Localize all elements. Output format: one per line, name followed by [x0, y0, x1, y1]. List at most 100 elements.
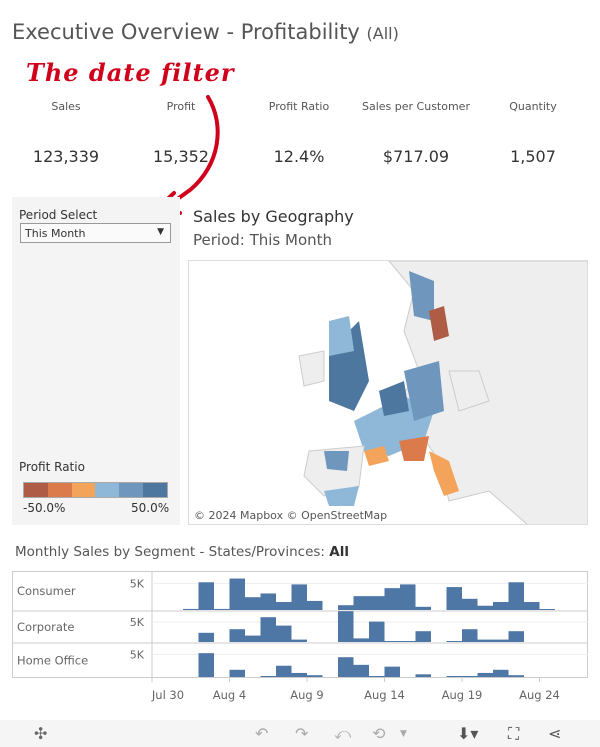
segment-label: Corporate	[17, 620, 75, 634]
bar	[276, 602, 292, 610]
bar	[245, 635, 261, 642]
kpi-label: Profit	[166, 100, 196, 113]
bar	[276, 665, 292, 677]
bar	[539, 609, 555, 610]
legend-swatch	[71, 483, 96, 497]
bar	[291, 639, 307, 642]
bar	[276, 625, 292, 642]
kpi-sales-per-customer: Sales per Customer $717.09	[361, 100, 471, 166]
bar	[198, 582, 214, 610]
share-icon[interactable]: ⋖	[548, 724, 561, 743]
segment-label: Consumer	[17, 584, 76, 598]
bar	[493, 602, 509, 610]
bar	[291, 584, 307, 610]
legend-swatch	[47, 483, 72, 497]
y-tick-label: 5K	[130, 577, 145, 590]
period-select-label: Period Select	[19, 208, 98, 222]
x-tick-label: Aug 24	[519, 688, 560, 702]
bar	[415, 674, 431, 677]
kpi-value: 12.4%	[273, 147, 325, 166]
bar	[198, 653, 214, 677]
x-tick-label: Jul 30	[151, 688, 184, 702]
bar	[446, 676, 462, 677]
bar	[307, 600, 323, 610]
kpi-value: 1,507	[510, 147, 556, 166]
caret-down-icon[interactable]: ▼	[400, 729, 407, 739]
bar	[229, 669, 245, 677]
bar	[353, 596, 369, 610]
sales-map[interactable]: © 2024 Mapbox © OpenStreetMap	[188, 260, 588, 525]
bar	[229, 629, 245, 642]
bar	[493, 639, 509, 642]
tableau-logo-icon[interactable]: ✣	[34, 724, 47, 743]
download-icon[interactable]: ⬇▾	[457, 724, 478, 743]
bar	[260, 676, 276, 677]
bar	[353, 638, 369, 642]
bar	[384, 588, 400, 610]
bar	[446, 641, 462, 642]
kpi-quantity: Quantity 1,507	[478, 100, 588, 166]
chart-title-filter-value: All	[329, 544, 349, 560]
title-text: Executive Overview - Profitability	[12, 20, 360, 44]
y-tick-label: 5K	[130, 649, 145, 662]
bar	[477, 639, 493, 642]
x-tick-label: Aug 19	[442, 688, 483, 702]
bar	[462, 598, 478, 610]
caret-down-icon: ▼	[157, 227, 164, 237]
undo-icon[interactable]: ↶	[255, 724, 268, 743]
bar	[260, 617, 276, 642]
kpi-value: 123,339	[32, 147, 100, 166]
bar	[369, 621, 385, 642]
bar-chart-title: Monthly Sales by Segment - States/Provin…	[15, 544, 349, 560]
bar	[477, 672, 493, 677]
filter-panel: Period Select This Month ▼ Profit Ratio -…	[12, 197, 180, 525]
kpi-label: Sales	[51, 100, 81, 113]
toolbar: ✣ ↶ ↷ ⤺ ⟲ ▼ ⬇▾ ⛶ ⋖	[0, 720, 600, 747]
bar	[338, 611, 354, 642]
bar	[524, 602, 540, 610]
bar	[353, 664, 369, 677]
bar	[446, 587, 462, 610]
page-title: Executive Overview - Profitability (All)	[12, 20, 399, 44]
bar	[214, 608, 230, 610]
bar	[384, 666, 400, 677]
profit-ratio-legend-title: Profit Ratio	[19, 460, 85, 474]
bar	[508, 631, 524, 642]
bar	[415, 631, 431, 642]
bar	[183, 608, 199, 610]
revert-icon[interactable]: ⤺	[334, 724, 351, 744]
kpi-profit-ratio: Profit Ratio 12.4%	[244, 100, 354, 166]
segment-label: Home Office	[17, 654, 88, 668]
kpi-label: Sales per Customer	[362, 100, 470, 113]
legend-swatch	[95, 483, 120, 497]
bar	[369, 676, 385, 677]
bar	[307, 675, 323, 677]
bar	[198, 632, 214, 642]
kpi-label: Quantity	[509, 100, 557, 113]
x-tick-label: Aug 14	[364, 688, 405, 702]
bar	[369, 596, 385, 610]
redo-icon[interactable]: ↷	[295, 724, 308, 743]
annotation-text: The date filter	[26, 58, 235, 87]
period-select-dropdown[interactable]: This Month ▼	[20, 223, 171, 243]
kpi-value: $717.09	[382, 147, 450, 166]
bar	[338, 657, 354, 677]
bar	[245, 597, 261, 610]
bar	[508, 675, 524, 677]
x-tick-label: Aug 4	[213, 688, 246, 702]
legend-max: 50.0%	[131, 501, 170, 515]
profit-ratio-legend	[23, 482, 168, 498]
bar	[477, 605, 493, 610]
map-credit[interactable]: © 2024 Mapbox © OpenStreetMap	[192, 509, 390, 522]
bar	[291, 672, 307, 677]
refresh-icon[interactable]: ⟲	[372, 724, 385, 743]
legend-swatch	[143, 483, 167, 497]
fullscreen-icon[interactable]: ⛶	[508, 724, 519, 744]
bar	[384, 641, 400, 642]
bar	[400, 584, 416, 610]
y-tick-label: 5K	[130, 616, 145, 629]
legend-min: -50.0%	[23, 501, 66, 515]
bar	[462, 629, 478, 642]
bar	[260, 593, 276, 610]
bar	[462, 676, 478, 677]
